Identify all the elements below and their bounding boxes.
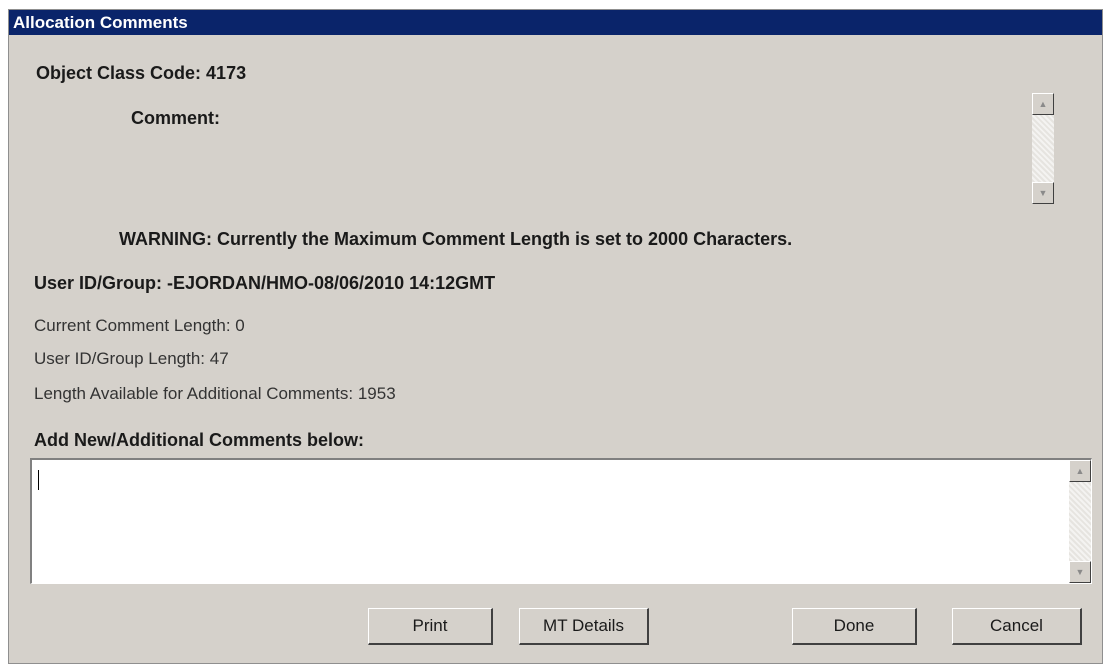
- window-title: Allocation Comments: [9, 10, 1102, 35]
- current-comment-length: Current Comment Length: 0: [34, 316, 245, 335]
- comment-label: Comment:: [131, 108, 220, 128]
- new-comment-scrollbar[interactable]: ▲ ▼: [1069, 460, 1091, 583]
- print-button[interactable]: Print: [368, 608, 493, 645]
- user-id-group-length: User ID/Group Length: 47: [34, 349, 229, 368]
- scroll-down-icon[interactable]: ▼: [1069, 561, 1091, 583]
- add-comments-label: Add New/Additional Comments below:: [34, 430, 365, 450]
- done-button[interactable]: Done: [792, 608, 917, 645]
- mt-details-button[interactable]: MT Details: [519, 608, 649, 645]
- max-length-warning: WARNING: Currently the Maximum Comment L…: [119, 229, 793, 249]
- scroll-up-icon[interactable]: ▲: [1032, 93, 1054, 115]
- scroll-up-icon[interactable]: ▲: [1069, 460, 1091, 482]
- length-available: Length Available for Additional Comments…: [34, 384, 396, 403]
- new-comment-textarea[interactable]: ▲ ▼: [30, 458, 1092, 584]
- cancel-button[interactable]: Cancel: [952, 608, 1082, 645]
- allocation-comments-dialog: Allocation Comments Object Class Code: 4…: [8, 9, 1103, 664]
- object-class-code-label: Object Class Code: 4173: [36, 63, 247, 83]
- text-caret: [38, 470, 39, 490]
- user-id-group-label: User ID/Group: -EJORDAN/HMO-08/06/2010 1…: [34, 273, 496, 293]
- scroll-down-icon[interactable]: ▼: [1032, 182, 1054, 204]
- comment-scrollbar[interactable]: ▲ ▼: [1032, 93, 1054, 204]
